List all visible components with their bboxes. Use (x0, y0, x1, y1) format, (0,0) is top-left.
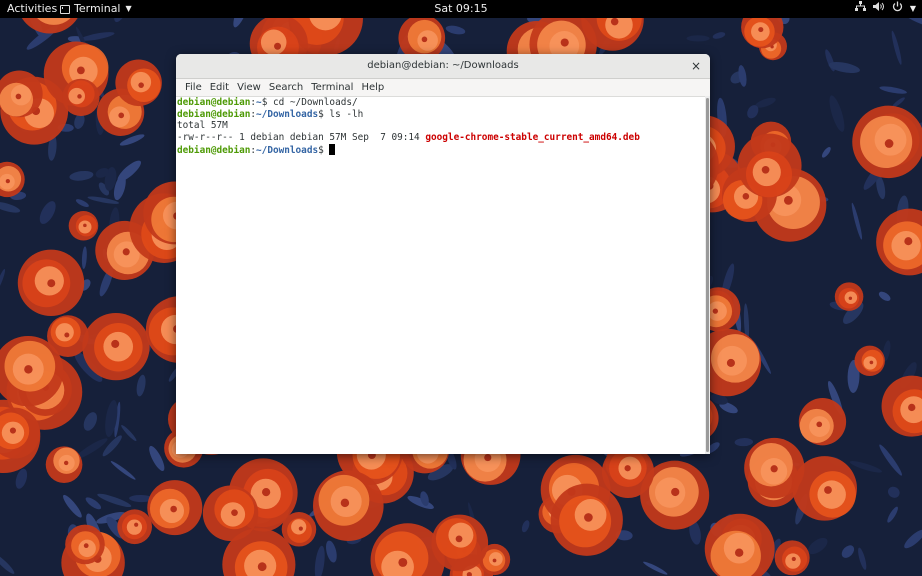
prompt-user: debian@debian (177, 97, 251, 108)
terminal-line: debian@debian:~$ cd ~/Downloads/ (177, 97, 705, 109)
deb-file-name: google-chrome-stable_current_amd64.deb (425, 132, 640, 144)
menu-caret-icon: ▼ (909, 4, 916, 13)
command-text: ls -lh (329, 108, 364, 120)
power-icon (892, 0, 903, 18)
prompt-user: debian@debian (177, 144, 251, 156)
menu-bar: File Edit View Search Terminal Help (176, 79, 710, 97)
menu-edit[interactable]: Edit (206, 79, 233, 96)
command-text: cd ~/Downloads/ (272, 97, 358, 108)
clock-button[interactable]: Sat 09:15 (0, 0, 922, 18)
output-text: -rw-r--r-- 1 debian debian 57M Sep 7 09:… (177, 132, 426, 144)
close-icon[interactable]: × (688, 58, 704, 74)
menu-view[interactable]: View (233, 79, 265, 96)
prompt-path: ~/Downloads (256, 144, 319, 156)
terminal-line: total 57M (177, 120, 705, 132)
terminal-window[interactable]: debian@debian: ~/Downloads × File Edit V… (176, 54, 710, 454)
terminal-line: -rw-r--r-- 1 debian debian 57M Sep 7 09:… (177, 132, 705, 144)
prompt-user: debian@debian (177, 108, 251, 120)
terminal-line: debian@debian:~/Downloads$ (177, 143, 705, 157)
scrollbar[interactable] (705, 96, 710, 454)
volume-icon (872, 0, 885, 18)
menu-search[interactable]: Search (265, 79, 307, 96)
menu-help[interactable]: Help (357, 79, 388, 96)
system-tray[interactable]: ▼ (854, 0, 916, 18)
top-bar: Activities Terminal ▼ Sat 09:15 ▼ (0, 0, 922, 18)
prompt-symbol: $ (318, 144, 330, 156)
output-text: total 57M (177, 120, 228, 132)
terminal-content[interactable]: debian@debian:~$ cd ~/Downloads/debian@d… (176, 96, 705, 454)
menu-terminal[interactable]: Terminal (307, 79, 357, 96)
prompt-symbol: $ (261, 97, 273, 108)
network-icon (854, 0, 866, 18)
menu-file[interactable]: File (181, 79, 206, 96)
terminal-line: debian@debian:~/Downloads$ ls -lh (177, 109, 705, 121)
prompt-path: ~/Downloads (256, 108, 319, 120)
prompt-symbol: $ (318, 108, 330, 120)
window-title: debian@debian: ~/Downloads (367, 60, 519, 71)
text-cursor (329, 143, 336, 155)
window-titlebar[interactable]: debian@debian: ~/Downloads × (176, 54, 710, 79)
scrollbar-thumb[interactable] (706, 98, 709, 452)
